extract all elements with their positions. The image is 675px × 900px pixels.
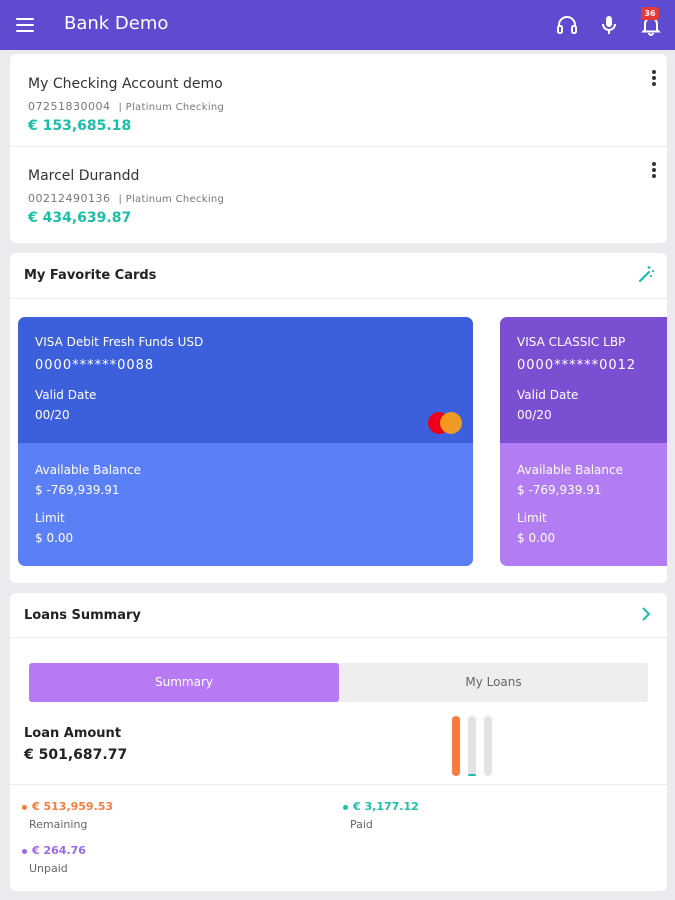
loans-tabs: Summary My Loans — [29, 663, 648, 702]
valid-date: 00/20 — [35, 408, 70, 422]
available-balance-label: Available Balance — [517, 463, 623, 477]
account-item[interactable]: Marcel Durandd 00212490136 | Platinum Che… — [10, 146, 667, 238]
account-type: | Platinum Checking — [118, 102, 225, 113]
limit-label: Limit — [517, 511, 547, 525]
card-name: VISA Debit Fresh Funds USD — [35, 335, 204, 349]
legend-remaining: € 513,959.53 Remaining — [22, 800, 114, 831]
limit-value: $ 0.00 — [35, 531, 74, 545]
card-item[interactable]: VISA CLASSIC LBP 0000******0012 Valid Da… — [500, 317, 667, 566]
paid-bar-track — [468, 716, 476, 776]
remaining-amount: € 513,959.53 — [32, 800, 114, 813]
app-title: Bank Demo — [64, 13, 169, 34]
divider — [10, 298, 667, 299]
headset-icon[interactable] — [555, 13, 579, 37]
loan-amount-label: Loan Amount — [24, 726, 122, 741]
divider — [10, 784, 667, 785]
card-number: 0000******0012 — [517, 358, 637, 373]
unpaid-label: Unpaid — [29, 862, 68, 875]
unpaid-amount: € 264.76 — [32, 844, 86, 857]
available-balance: $ -769,939.91 — [517, 483, 602, 497]
tab-summary[interactable]: Summary — [29, 663, 339, 702]
section-title: Loans Summary — [24, 608, 141, 623]
loan-progress-bars — [452, 716, 492, 776]
divider — [10, 637, 667, 638]
card-item[interactable]: VISA Debit Fresh Funds USD 0000******008… — [18, 317, 473, 566]
legend-paid: € 3,177.12 Paid — [343, 800, 419, 831]
card-top: VISA CLASSIC LBP 0000******0012 Valid Da… — [500, 317, 667, 443]
card-bottom: Available Balance $ -769,939.91 Limit $ … — [18, 443, 473, 566]
limit-label: Limit — [35, 511, 65, 525]
microphone-icon[interactable] — [597, 13, 621, 37]
paid-label: Paid — [350, 818, 373, 831]
paid-bar — [468, 774, 476, 776]
card-bottom: Available Balance $ -769,939.91 Limit $ … — [500, 443, 667, 566]
app-bar: Bank Demo 36 — [0, 0, 675, 50]
magic-wand-icon[interactable] — [636, 264, 656, 284]
remaining-dot — [22, 804, 27, 810]
more-options-icon[interactable] — [651, 70, 657, 86]
valid-date-label: Valid Date — [35, 388, 97, 402]
mastercard-logo-icon — [426, 411, 464, 435]
account-balance: € 434,639.87 — [28, 210, 132, 226]
account-name: My Checking Account demo — [28, 76, 223, 92]
loans-panel: Loans Summary Summary My Loans Loan Amou… — [10, 593, 667, 891]
unpaid-bar-track — [484, 716, 492, 776]
legend-unpaid: € 264.76 Unpaid — [22, 844, 86, 875]
paid-amount: € 3,177.12 — [353, 800, 419, 813]
card-top: VISA Debit Fresh Funds USD 0000******008… — [18, 317, 473, 443]
account-number: 07251830004 — [28, 100, 111, 113]
card-number: 0000******0088 — [35, 358, 155, 373]
valid-date: 00/20 — [517, 408, 552, 422]
available-balance-label: Available Balance — [35, 463, 141, 477]
valid-date-label: Valid Date — [517, 388, 579, 402]
menu-icon[interactable] — [16, 17, 34, 33]
remaining-label: Remaining — [29, 818, 88, 831]
card-name: VISA CLASSIC LBP — [517, 335, 626, 349]
tab-my-loans[interactable]: My Loans — [339, 663, 648, 702]
account-balance: € 153,685.18 — [28, 118, 132, 134]
account-meta: 07251830004 | Platinum Checking — [28, 100, 224, 113]
section-title: My Favorite Cards — [24, 268, 157, 283]
account-name: Marcel Durandd — [28, 168, 140, 184]
account-meta: 00212490136 | Platinum Checking — [28, 192, 224, 205]
favorite-cards-panel: My Favorite Cards VISA Debit Fresh Funds… — [10, 253, 667, 583]
remaining-bar — [452, 716, 460, 776]
account-item[interactable]: My Checking Account demo 07251830004 | Pl… — [10, 54, 667, 146]
limit-value: $ 0.00 — [517, 531, 556, 545]
accounts-panel: My Checking Account demo 07251830004 | Pl… — [10, 54, 667, 243]
account-type: | Platinum Checking — [118, 194, 225, 205]
chevron-right-icon[interactable] — [638, 605, 654, 623]
more-options-icon[interactable] — [651, 162, 657, 178]
loan-amount: € 501,687.77 — [24, 747, 128, 763]
available-balance: $ -769,939.91 — [35, 483, 120, 497]
unpaid-dot — [22, 848, 27, 854]
account-number: 00212490136 — [28, 192, 111, 205]
paid-dot — [343, 804, 348, 810]
notification-badge: 36 — [641, 7, 659, 20]
